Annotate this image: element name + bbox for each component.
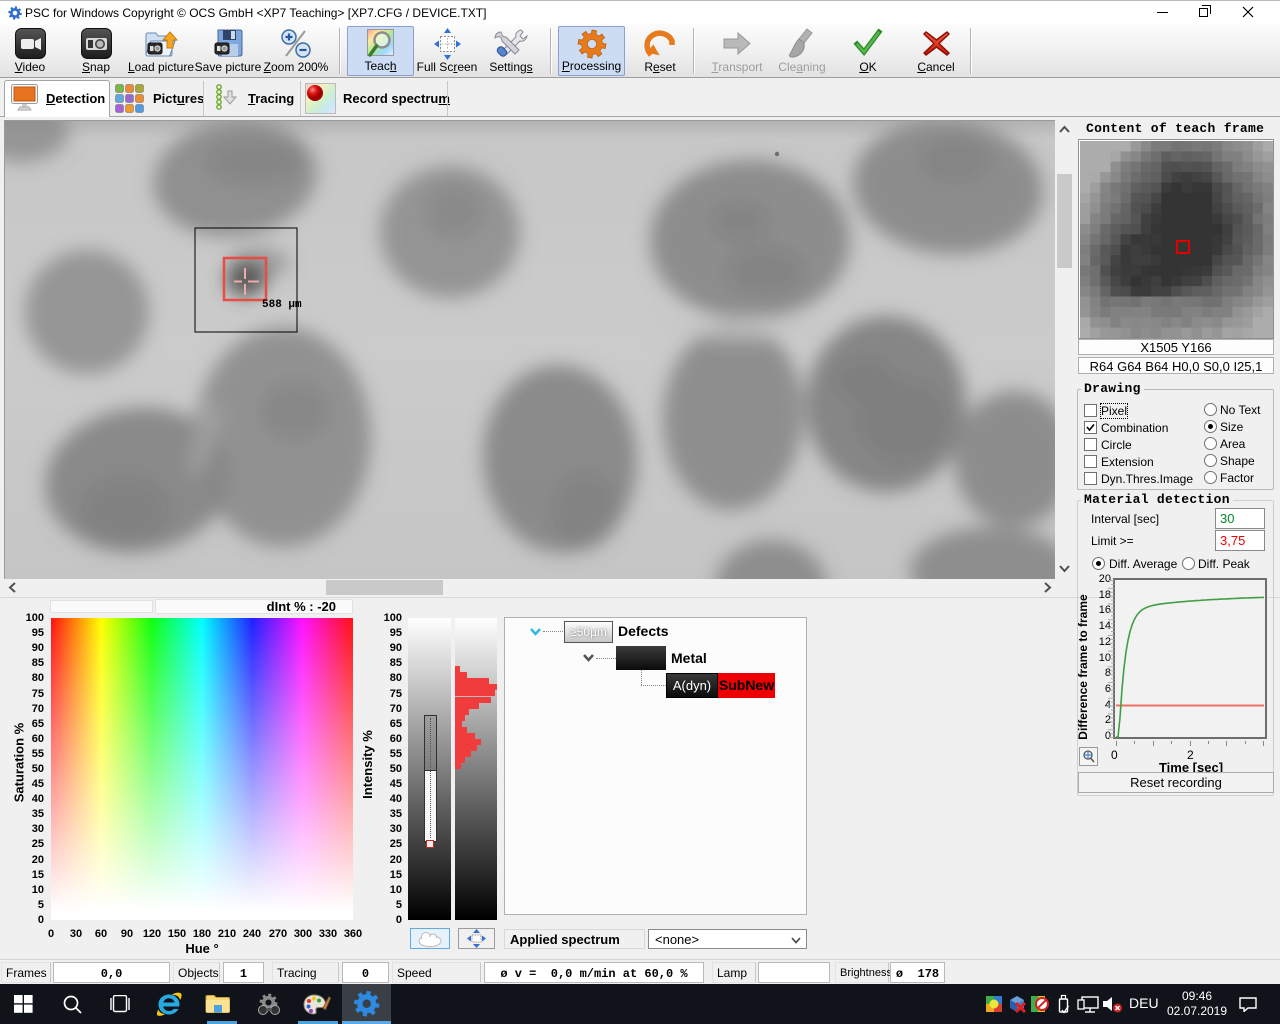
svg-text:588 µm: 588 µm <box>262 299 302 311</box>
